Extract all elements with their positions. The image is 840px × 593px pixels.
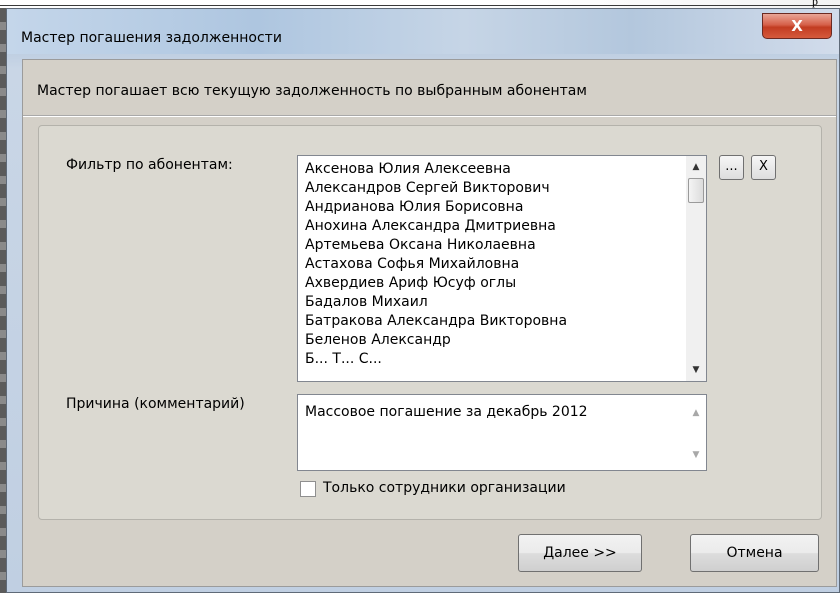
divider-highlight <box>23 116 836 117</box>
options-panel: Фильтр по абонентам: Аксенова Юлия Алекс… <box>38 125 822 520</box>
close-button[interactable]: X <box>762 13 832 39</box>
reason-textarea[interactable]: Массовое погашение за декабрь 2012 ▲ ▼ <box>297 394 707 471</box>
list-item[interactable]: Анохина Александра Дмитриевна <box>305 217 556 236</box>
title-bar[interactable]: Мастер погашения задолженности <box>7 9 839 54</box>
list-item[interactable]: Артемьева Оксана Николаевна <box>305 236 536 255</box>
scroll-down-arrow-icon[interactable]: ▼ <box>686 446 706 464</box>
list-item[interactable]: Батракова Александра Викторовна <box>305 312 567 331</box>
scroll-down-arrow-icon[interactable]: ▼ <box>686 361 706 379</box>
listbox-scrollbar[interactable]: ▲ ▼ <box>686 156 706 381</box>
list-item[interactable]: Андрианова Юлия Борисовна <box>305 198 523 217</box>
clear-filter-button[interactable]: X <box>751 155 776 180</box>
employees-only-checkbox[interactable] <box>300 481 316 497</box>
scroll-up-arrow-icon[interactable]: ▲ <box>686 404 706 422</box>
list-item[interactable]: Б... Т... С... <box>305 350 382 369</box>
list-item[interactable]: Бадалов Михаил <box>305 293 428 312</box>
list-item[interactable]: Александров Сергей Викторович <box>305 179 550 198</box>
list-item[interactable]: Аксенова Юлия Алексеевна <box>305 160 511 179</box>
list-item[interactable]: Беленов Александр <box>305 331 451 350</box>
cancel-button[interactable]: Отмена <box>690 534 819 572</box>
browse-subscribers-button[interactable]: ... <box>719 155 744 180</box>
wizard-description: Мастер погашает всю текущую задолженност… <box>37 83 587 99</box>
list-item[interactable]: Астахова Софья Михайловна <box>305 255 519 274</box>
reason-value: Массовое погашение за декабрь 2012 <box>305 404 588 420</box>
dialog-body: Мастер погашает всю текущую задолженност… <box>22 59 837 587</box>
employees-only-label[interactable]: Только сотрудники организации <box>323 480 566 496</box>
background-window-strip <box>0 0 840 8</box>
reason-label: Причина (комментарий) <box>66 396 245 412</box>
textarea-scrollbar[interactable]: ▲ ▼ <box>686 395 706 470</box>
dialog-window: Мастер погашения задолженности X Мастер … <box>6 8 840 593</box>
background-divider <box>0 5 840 6</box>
filter-label: Фильтр по абонентам: <box>66 157 233 173</box>
list-item[interactable]: Ахвердиев Ариф Юсуф оглы <box>305 274 516 293</box>
scroll-up-arrow-icon[interactable]: ▲ <box>686 158 706 176</box>
scroll-thumb[interactable] <box>688 178 704 203</box>
subscriber-listbox[interactable]: Аксенова Юлия Алексеевна Александров Сер… <box>297 155 707 382</box>
next-button[interactable]: Далее >> <box>518 534 642 572</box>
close-icon: X <box>791 17 803 35</box>
window-title: Мастер погашения задолженности <box>21 30 282 46</box>
